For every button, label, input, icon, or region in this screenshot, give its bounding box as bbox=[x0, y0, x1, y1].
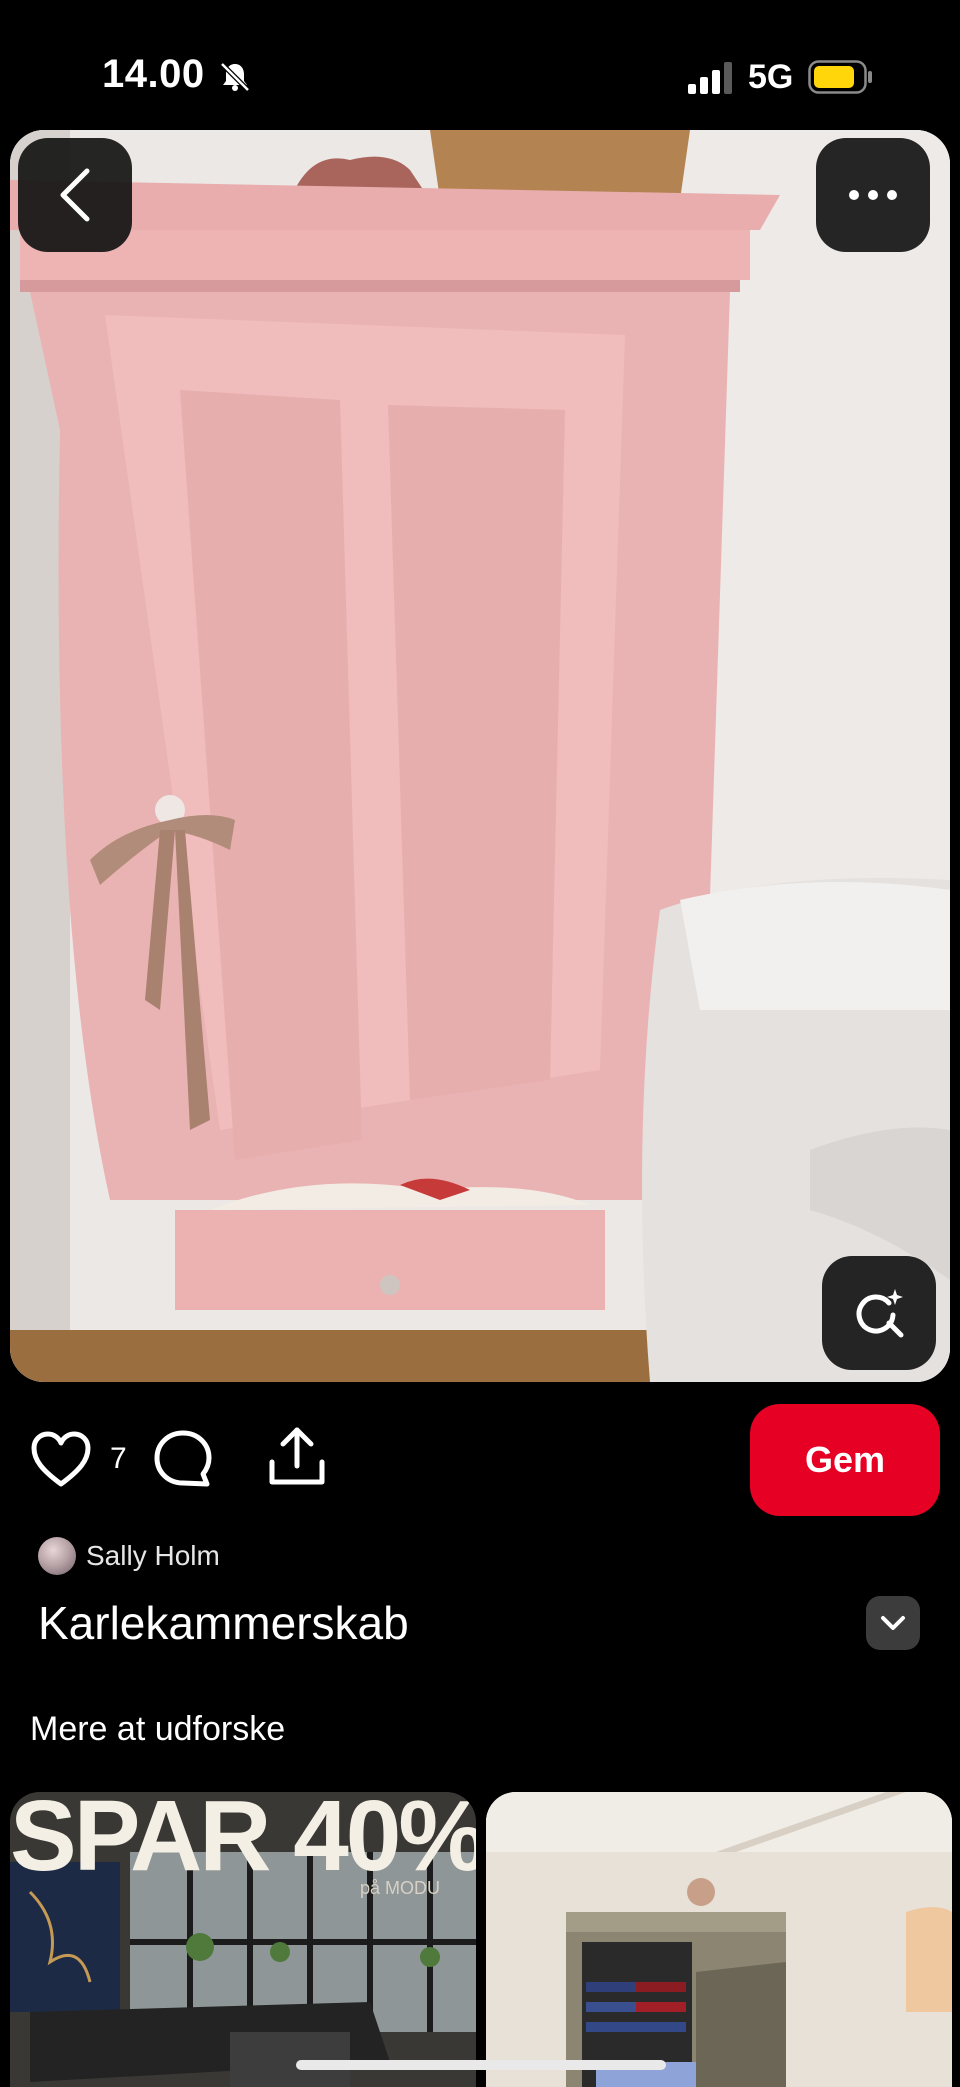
visual-search-icon bbox=[856, 1289, 904, 1338]
chevron-down-icon bbox=[881, 1616, 905, 1630]
more-to-explore-heading: Mere at udforske bbox=[30, 1710, 286, 1748]
comment-icon[interactable] bbox=[152, 1428, 214, 1490]
promo-headline: SPAR 40% bbox=[10, 1792, 476, 1892]
expand-button[interactable] bbox=[866, 1596, 920, 1650]
like-count: 7 bbox=[110, 1442, 127, 1475]
promo-subline: på MODU bbox=[360, 1878, 441, 1898]
pin-title: Karlekammerskab bbox=[38, 1597, 409, 1649]
pin-detail-screen: 14.00 5G 7 Gem Sally Holm Karlekammerska… bbox=[0, 0, 960, 2087]
more-icon bbox=[849, 190, 897, 200]
heart-icon[interactable] bbox=[30, 1430, 92, 1488]
share-icon[interactable] bbox=[264, 1424, 330, 1490]
pin-image[interactable] bbox=[10, 130, 950, 1382]
battery-icon bbox=[808, 60, 872, 94]
signal-icon bbox=[688, 62, 732, 94]
back-icon bbox=[60, 168, 90, 222]
save-button[interactable]: Gem bbox=[750, 1404, 940, 1516]
action-row: 7 Gem bbox=[0, 1400, 960, 1520]
promo-card[interactable]: SPAR 40% på MODU bbox=[10, 1792, 476, 2087]
creator-name[interactable]: Sally Holm bbox=[86, 1540, 220, 1572]
pin-card[interactable] bbox=[486, 1792, 952, 2087]
visual-search-button[interactable] bbox=[822, 1256, 936, 1370]
home-indicator bbox=[296, 2060, 666, 2070]
back-button[interactable] bbox=[18, 138, 132, 252]
status-time: 14.00 bbox=[102, 52, 205, 96]
network-type: 5G bbox=[748, 58, 794, 96]
status-bar: 14.00 5G bbox=[0, 0, 960, 128]
creator-row[interactable]: Sally Holm bbox=[38, 1536, 220, 1576]
wardrobe-photo-thumbnail bbox=[486, 1792, 952, 2087]
more-options-button[interactable] bbox=[816, 138, 930, 252]
bell-slash-icon bbox=[220, 62, 250, 92]
wardrobe-photo bbox=[10, 130, 950, 1382]
avatar[interactable] bbox=[38, 1537, 76, 1575]
